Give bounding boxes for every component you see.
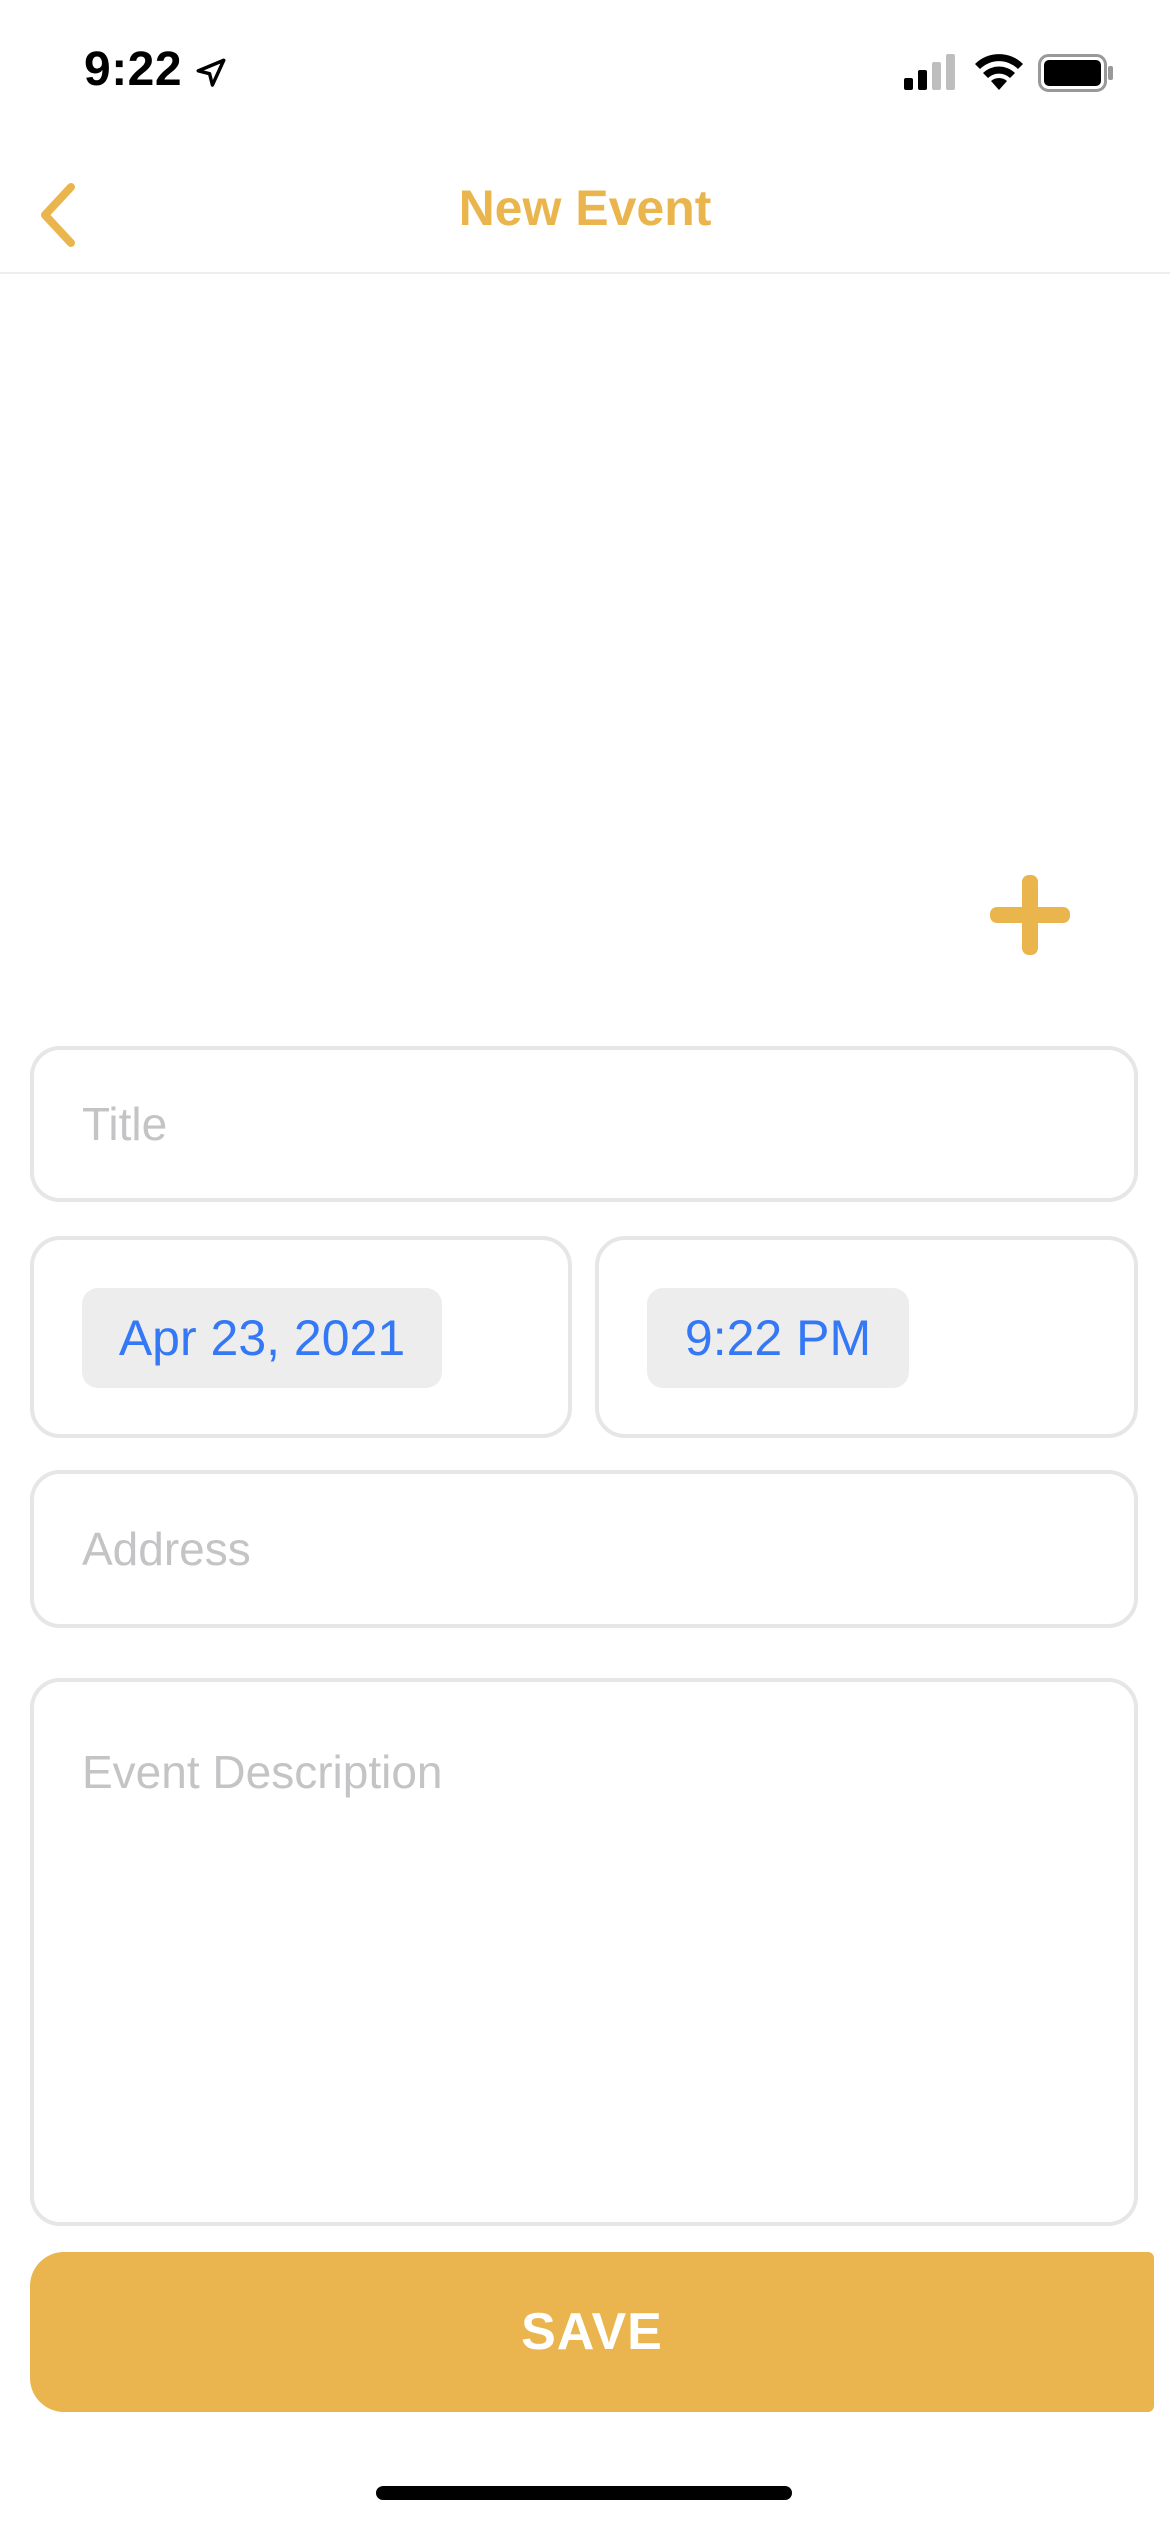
description-textarea[interactable] xyxy=(34,1682,1134,2222)
save-button[interactable]: SAVE xyxy=(30,2252,1154,2412)
battery-icon xyxy=(1038,54,1113,92)
address-field-container xyxy=(30,1470,1138,1628)
add-button[interactable] xyxy=(985,870,1075,960)
wifi-icon xyxy=(975,54,1023,90)
status-time: 9:22 xyxy=(84,43,183,96)
title-field-container xyxy=(30,1046,1138,1202)
description-field-container xyxy=(30,1678,1138,2226)
date-picker-button[interactable]: Apr 23, 2021 xyxy=(82,1288,442,1388)
time-picker-button[interactable]: 9:22 PM xyxy=(647,1288,909,1388)
page-title: New Event xyxy=(458,180,712,236)
plus-icon xyxy=(990,875,1070,955)
address-input[interactable] xyxy=(34,1474,1134,1624)
signal-icon xyxy=(904,54,955,90)
date-field-container: Apr 23, 2021 xyxy=(30,1236,572,1438)
title-input[interactable] xyxy=(34,1050,1134,1198)
time-field-container: 9:22 PM xyxy=(595,1236,1138,1438)
nav-divider xyxy=(0,272,1170,274)
location-arrow-icon xyxy=(196,58,226,87)
home-indicator xyxy=(376,2486,792,2500)
